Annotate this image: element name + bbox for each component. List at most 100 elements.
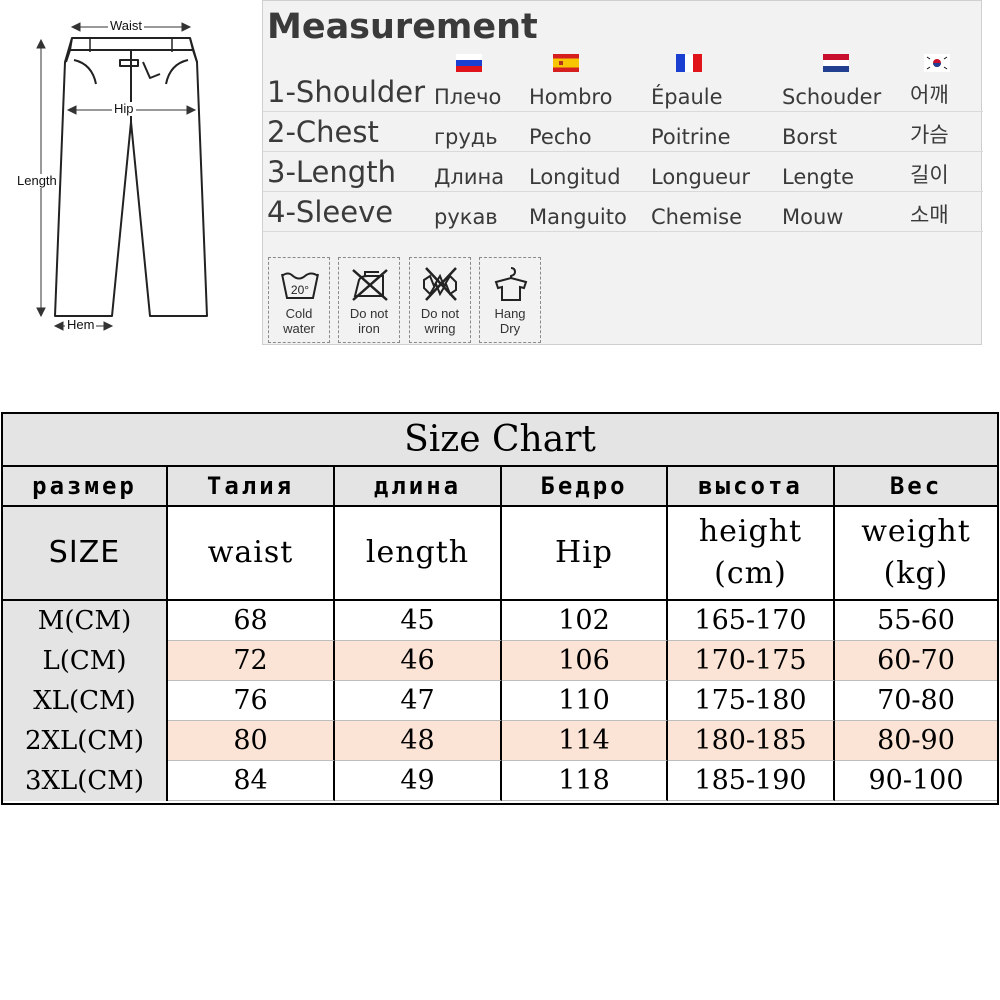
care-cold-wash-text: Cold water [283, 306, 315, 336]
term-es: Manguito [529, 205, 627, 229]
size-value-cell: 55-60 [835, 601, 997, 641]
en-header-cell: waist [168, 507, 335, 601]
measure-label: 4-Sleeve [267, 195, 394, 229]
size-value-cell: 175-180 [668, 681, 835, 721]
term-ru: грудь [434, 125, 498, 149]
en-header-text: length [366, 532, 469, 574]
size-value-cell: 80 [168, 721, 335, 761]
wash-temp: 20° [291, 283, 309, 297]
care-hang-dry: Hang Dry [479, 257, 541, 343]
term-es: Longitud [529, 165, 621, 189]
en-header-cell: length [335, 507, 502, 601]
ru-header-cell: размер [3, 467, 168, 507]
ru-header-cell: длина [335, 467, 502, 507]
hang-dry-icon [494, 267, 528, 301]
term-ko: 소매 [910, 203, 949, 227]
term-fr: Poitrine [651, 125, 731, 149]
size-value-cell: 70-80 [835, 681, 997, 721]
length-label: Length [15, 173, 59, 188]
en-header-text: waist [208, 532, 294, 574]
pants-diagram: Waist Hip Length Hem [0, 0, 263, 345]
care-hang-dry-text: Hang Dry [494, 306, 526, 336]
care-cold-wash: 20° Cold water [268, 257, 330, 343]
term-nl: Lengte [782, 165, 855, 189]
term-es: Hombro [529, 85, 613, 109]
en-header-line1: Hip [555, 535, 613, 570]
size-value-cell: 180-185 [668, 721, 835, 761]
hip-label: Hip [112, 101, 136, 116]
en-header-line2: (kg) [883, 556, 949, 591]
measure-label: 2-Chest [267, 115, 379, 149]
spain-flag-icon [553, 54, 579, 72]
size-row-label: L(CM) [3, 641, 168, 681]
en-header-line1: height [698, 514, 803, 549]
en-header-text: SIZE [49, 532, 120, 574]
term-ko: 길이 [910, 163, 949, 187]
care-do-not-wring-text: Do not wring [420, 306, 460, 336]
size-value-cell: 110 [502, 681, 668, 721]
en-header-text: height (cm) [699, 511, 802, 595]
hem-label: Hem [65, 317, 97, 332]
size-value-cell: 185-190 [668, 761, 835, 801]
term-nl: Mouw [782, 205, 844, 229]
en-header-line1: length [365, 535, 470, 570]
en-header-text: weight (kg) [861, 511, 971, 595]
en-header-line2: (cm) [714, 556, 787, 591]
netherlands-flag-icon [823, 54, 849, 72]
term-fr: Chemise [651, 205, 743, 229]
en-header-cell: weight (kg) [835, 507, 997, 601]
size-value-cell: 106 [502, 641, 668, 681]
en-header-text: Hip [555, 532, 613, 574]
size-chart-table: Size Chart размер Талия длина Бедро высота Ве… [1, 412, 999, 805]
measurement-title: Measurement [267, 7, 538, 47]
en-header-cell: height (cm) [668, 507, 835, 601]
size-value-cell: 45 [335, 601, 502, 641]
measure-label: 3-Length [267, 155, 396, 189]
term-fr: Épaule [651, 85, 723, 109]
size-value-cell: 90-100 [835, 761, 997, 801]
care-do-not-iron-text: Do not iron [349, 306, 389, 336]
measure-row-chest: 2-Chest грудь Pecho Poitrine Borst 가슴 [263, 111, 983, 152]
size-row-label: XL(CM) [3, 681, 168, 721]
ru-header-cell: Талия [168, 467, 335, 507]
ru-header-cell: Вес [835, 467, 997, 507]
size-value-cell: 84 [168, 761, 335, 801]
measure-row-length: 3-Length Длина Longitud Longueur Lengte … [263, 151, 983, 192]
do-not-wring-icon [423, 267, 457, 301]
care-do-not-iron: Do not iron [338, 257, 400, 343]
term-ko: 어깨 [910, 83, 949, 107]
size-row-label: M(CM) [3, 601, 168, 641]
do-not-iron-icon [352, 269, 388, 301]
ru-header-cell: высота [668, 467, 835, 507]
russia-flag-icon [456, 54, 482, 72]
size-value-cell: 102 [502, 601, 668, 641]
term-ru: рукав [434, 205, 498, 229]
size-chart-title: Size Chart [3, 414, 997, 467]
france-flag-icon [676, 54, 702, 72]
size-value-cell: 76 [168, 681, 335, 721]
cold-wash-icon: 20° [281, 272, 319, 299]
size-value-cell: 47 [335, 681, 502, 721]
measure-label: 1-Shoulder [267, 75, 426, 109]
term-es: Pecho [529, 125, 592, 149]
size-value-cell: 46 [335, 641, 502, 681]
en-header-line1: SIZE [48, 535, 121, 570]
size-value-cell: 118 [502, 761, 668, 801]
size-value-cell: 48 [335, 721, 502, 761]
waist-label: Waist [108, 18, 145, 33]
ru-header-cell: Бедро [502, 467, 668, 507]
en-header-line1: weight [861, 514, 971, 549]
en-header-line1: waist [207, 535, 294, 570]
en-header-cell: SIZE [3, 507, 168, 601]
size-value-cell: 165-170 [668, 601, 835, 641]
size-value-cell: 49 [335, 761, 502, 801]
care-do-not-wring: Do not wring [409, 257, 471, 343]
size-value-cell: 114 [502, 721, 668, 761]
size-value-cell: 68 [168, 601, 335, 641]
measure-row-sleeve: 4-Sleeve рукав Manguito Chemise Mouw 소매 [263, 191, 983, 232]
term-ko: 가슴 [910, 123, 949, 147]
en-header-cell: Hip [502, 507, 668, 601]
term-nl: Borst [782, 125, 838, 149]
measure-row-shoulder: 1-Shoulder Плечо Hombro Épaule Schouder … [263, 71, 983, 112]
size-value-cell: 170-175 [668, 641, 835, 681]
